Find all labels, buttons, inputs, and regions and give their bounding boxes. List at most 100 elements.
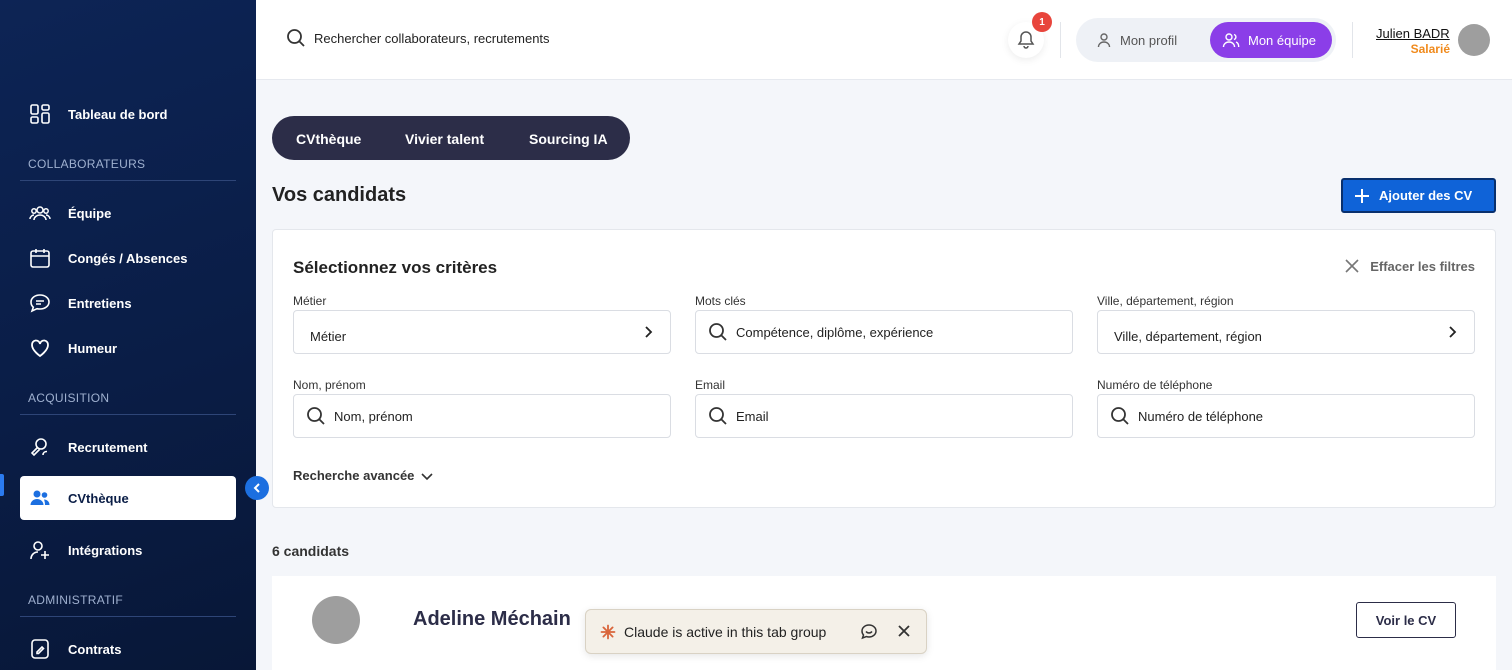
view-switch: Mon profil Mon équipe — [1076, 18, 1336, 62]
sidebar-item-label: CVthèque — [68, 490, 129, 506]
candidate-name[interactable]: Adeline Méchain — [413, 608, 571, 631]
keywords-placeholder: Compétence, diplôme, expérience — [736, 324, 934, 340]
chevron-right-icon — [640, 324, 656, 340]
search-icon — [708, 322, 728, 342]
chat-bubble-icon[interactable] — [860, 623, 878, 641]
sidebar-item-label: Équipe — [68, 205, 112, 221]
sidebar-item-label: Contrats — [68, 641, 122, 657]
filters-panel: Sélectionnez vos critères Effacer les fi… — [272, 229, 1496, 508]
divider — [20, 414, 236, 415]
name-label: Nom, prénom — [293, 378, 366, 392]
location-label: Ville, département, région — [1097, 294, 1234, 308]
sidebar-item-integrations[interactable]: Intégrations — [20, 528, 236, 572]
location-select[interactable]: Ville, département, région — [1097, 310, 1475, 354]
search-input[interactable]: Rechercher collaborateurs, recrutements — [314, 31, 550, 46]
active-indicator — [0, 474, 4, 496]
recruit-icon — [28, 435, 52, 459]
tab-sourcing-ia[interactable]: Sourcing IA — [529, 131, 608, 147]
close-icon — [1344, 258, 1360, 274]
section-administratif: ADMINISTRATIF — [28, 593, 124, 607]
sidebar-item-tableau-de-bord[interactable]: Tableau de bord — [20, 92, 236, 136]
top-header: Rechercher collaborateurs, recrutements … — [256, 0, 1512, 80]
search-icon — [286, 28, 306, 48]
view-cv-button[interactable]: Voir le CV — [1356, 602, 1456, 638]
add-cv-label: Ajouter des CV — [1379, 188, 1473, 203]
avatar — [312, 596, 360, 644]
search-icon — [708, 406, 728, 426]
sidebar-item-equipe[interactable]: Équipe — [20, 191, 236, 235]
chevron-down-icon — [420, 469, 434, 483]
user-icon — [1096, 32, 1112, 48]
email-placeholder: Email — [736, 408, 769, 424]
search-icon — [1110, 406, 1130, 426]
name-placeholder: Nom, prénom — [334, 408, 413, 424]
keywords-input[interactable]: Compétence, diplôme, expérience — [695, 310, 1073, 354]
phone-input[interactable]: Numéro de téléphone — [1097, 394, 1475, 438]
sidebar-item-label: Recrutement — [68, 439, 148, 455]
dashboard-icon — [28, 102, 52, 126]
clear-filters-button[interactable]: Effacer les filtres — [1344, 258, 1475, 274]
email-field[interactable]: Email — [695, 394, 1073, 438]
section-acquisition: ACQUISITION — [28, 391, 110, 405]
close-icon[interactable] — [896, 623, 912, 639]
users-icon — [28, 486, 52, 510]
divider — [20, 180, 236, 181]
my-team-button[interactable]: Mon équipe — [1210, 22, 1332, 58]
plus-icon — [1353, 187, 1371, 205]
sidebar-collapse-button[interactable] — [245, 476, 269, 500]
my-profile-button[interactable]: Mon profil — [1096, 22, 1177, 58]
metier-select[interactable]: Métier — [293, 310, 671, 354]
user-plus-icon — [28, 538, 52, 562]
sidebar-item-cvtheque[interactable]: CVthèque — [20, 476, 236, 520]
calendar-icon — [28, 246, 52, 270]
metier-placeholder: Métier — [310, 328, 347, 344]
notification-badge: 1 — [1032, 12, 1052, 32]
sidebar-item-recrutement[interactable]: Recrutement — [20, 425, 236, 469]
avatar[interactable] — [1458, 24, 1490, 56]
sidebar-item-label: Congés / Absences — [68, 250, 188, 266]
claude-status-bar: Claude is active in this tab group — [585, 609, 927, 654]
search-icon — [306, 406, 326, 426]
claude-status-text: Claude is active in this tab group — [624, 623, 827, 640]
keywords-label: Mots clés — [695, 294, 746, 308]
chevron-right-icon — [1444, 324, 1460, 340]
chevron-left-icon — [253, 483, 260, 493]
sidebar: Tableau de bord COLLABORATEURS Équipe Co… — [0, 0, 256, 670]
tab-cvtheque[interactable]: CVthèque — [296, 131, 361, 147]
header-divider — [1060, 22, 1061, 58]
bell-icon — [1017, 31, 1035, 49]
sidebar-item-label: Intégrations — [68, 542, 143, 558]
add-cv-button[interactable]: Ajouter des CV — [1341, 178, 1496, 213]
clear-filters-label: Effacer les filtres — [1370, 258, 1475, 274]
header-divider — [1352, 22, 1353, 58]
section-collaborateurs: COLLABORATEURS — [28, 157, 146, 171]
cv-tabs: CVthèque Vivier talent Sourcing IA — [272, 116, 630, 160]
advanced-search-label: Recherche avancée — [293, 468, 415, 483]
heart-icon — [28, 336, 52, 360]
chat-icon — [28, 291, 52, 315]
team-icon — [1222, 32, 1240, 48]
tab-vivier-talent[interactable]: Vivier talent — [405, 131, 484, 147]
filters-title: Sélectionnez vos critères — [293, 258, 498, 277]
user-role: Salarié — [1410, 42, 1450, 56]
name-input[interactable]: Nom, prénom — [293, 394, 671, 438]
sidebar-item-contrats[interactable]: Contrats — [20, 627, 236, 670]
divider — [20, 616, 236, 617]
team-icon — [28, 201, 52, 225]
phone-label: Numéro de téléphone — [1097, 378, 1213, 392]
user-name-link[interactable]: Julien BADR — [1376, 26, 1450, 41]
location-placeholder: Ville, département, région — [1114, 328, 1262, 344]
phone-placeholder: Numéro de téléphone — [1138, 408, 1264, 424]
page-title: Vos candidats — [272, 184, 407, 206]
sidebar-item-label: Humeur — [68, 340, 118, 356]
sidebar-item-entretiens[interactable]: Entretiens — [20, 281, 236, 325]
advanced-search-toggle[interactable]: Recherche avancée — [293, 468, 434, 483]
global-search[interactable]: Rechercher collaborateurs, recrutements — [286, 28, 550, 48]
metier-label: Métier — [293, 294, 327, 308]
sidebar-item-conges-absences[interactable]: Congés / Absences — [20, 236, 236, 280]
candidate-count: 6 candidats — [272, 543, 350, 559]
email-label: Email — [695, 378, 726, 392]
sidebar-item-label: Entretiens — [68, 295, 132, 311]
sidebar-item-humeur[interactable]: Humeur — [20, 326, 236, 370]
claude-spark-icon — [600, 624, 616, 640]
